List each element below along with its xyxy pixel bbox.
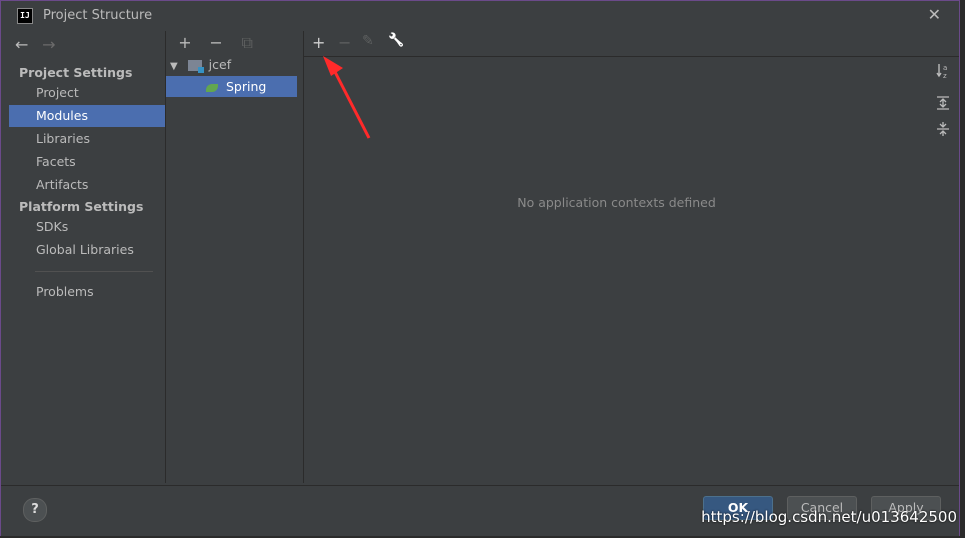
sidebar-item-artifacts[interactable]: Artifacts	[9, 174, 165, 196]
application-contexts-area: No application contexts defined az	[304, 57, 959, 483]
watermark-text: https://blog.csdn.net/u013642500	[701, 508, 957, 526]
module-folder-icon	[187, 60, 204, 73]
close-icon[interactable]: ✕	[928, 5, 941, 24]
svg-text:a: a	[943, 64, 947, 72]
sidebar-divider	[35, 271, 153, 272]
tree-node-spring[interactable]: Spring	[166, 76, 297, 97]
add-context-icon[interactable]: +	[312, 33, 325, 52]
platform-settings-header: Platform Settings	[19, 199, 144, 214]
help-button[interactable]: ?	[23, 498, 47, 522]
copy-icon[interactable]: ⧉	[234, 33, 260, 53]
forward-arrow-icon[interactable]: →	[42, 35, 64, 54]
edit-pencil-icon[interactable]: ✎	[362, 33, 374, 49]
title-bar: IJ Project Structure ✕	[1, 1, 959, 30]
expand-all-icon[interactable]	[935, 95, 951, 113]
remove-context-icon[interactable]: −	[338, 33, 351, 52]
facet-toolbar: + − ✎ 🔧	[304, 31, 959, 57]
intellij-app-icon: IJ	[17, 8, 33, 24]
collapse-all-icon[interactable]	[935, 121, 951, 139]
nav-buttons: ← →	[15, 35, 64, 54]
sidebar-item-sdks[interactable]: SDKs	[9, 216, 165, 238]
facet-panel: + − ✎ 🔧 No application contexts defined …	[303, 31, 959, 483]
sidebar-item-libraries[interactable]: Libraries	[9, 128, 165, 150]
settings-sidebar: ← → Project Settings Project Modules Lib…	[9, 31, 165, 483]
wrench-settings-icon[interactable]: 🔧	[388, 33, 404, 48]
module-tree-pane: + − ⧉ ▼ jcef Spring	[166, 31, 298, 483]
sort-icon[interactable]: az	[935, 63, 951, 81]
sidebar-item-facets[interactable]: Facets	[9, 151, 165, 173]
module-tree-toolbar: + − ⧉	[172, 33, 260, 53]
sidebar-item-project[interactable]: Project	[9, 82, 165, 104]
annotation-arrow	[323, 56, 371, 139]
empty-state-message: No application contexts defined	[517, 195, 716, 210]
tree-node-jcef[interactable]: ▼ jcef	[166, 54, 297, 75]
back-arrow-icon[interactable]: ←	[15, 35, 37, 54]
project-structure-dialog: IJ Project Structure ✕ ← → Project Setti…	[0, 0, 960, 536]
project-settings-header: Project Settings	[19, 65, 133, 80]
window-title: Project Structure	[43, 8, 153, 23]
remove-icon[interactable]: −	[203, 33, 229, 52]
sidebar-item-modules[interactable]: Modules	[9, 105, 165, 127]
expand-triangle-icon[interactable]: ▼	[170, 61, 178, 72]
tree-node-label: Spring	[225, 79, 267, 94]
svg-text:z: z	[943, 72, 947, 79]
tree-node-label: jcef	[208, 57, 232, 72]
sidebar-item-problems[interactable]: Problems	[9, 281, 165, 303]
spring-leaf-icon	[206, 83, 218, 92]
add-icon[interactable]: +	[172, 33, 198, 52]
sidebar-item-global-libraries[interactable]: Global Libraries	[9, 239, 165, 261]
